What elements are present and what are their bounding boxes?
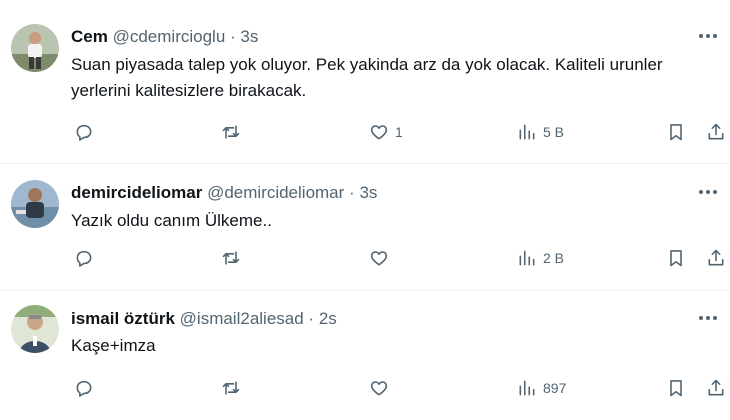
like-button[interactable]: 1 <box>369 119 403 145</box>
views-button[interactable]: 2 B <box>517 245 564 271</box>
author-name[interactable]: demircideliomar <box>71 183 202 202</box>
bookmark-button[interactable] <box>666 375 686 401</box>
author-handle[interactable]: @demircideliomar <box>207 183 344 202</box>
author-handle[interactable]: @ismail2aliesad <box>180 309 304 328</box>
like-icon <box>370 381 388 396</box>
share-icon <box>708 379 724 396</box>
view-count: 2 B <box>543 250 565 266</box>
retweet-icon <box>222 381 240 395</box>
tweet-text: Suan piyasada talep yok oluyor. Pek yaki… <box>71 55 663 100</box>
tweet-actions: 897 <box>0 375 730 401</box>
tweet-text: Yazık oldu canım Ülkeme.. <box>71 211 272 230</box>
reply-button[interactable] <box>74 119 94 145</box>
author-name[interactable]: Cem <box>71 27 108 46</box>
separator: · <box>230 27 236 46</box>
tweet-actions: 1 5 B <box>0 119 730 145</box>
like-icon <box>370 251 388 266</box>
views-button[interactable]: 5 B <box>517 119 564 145</box>
retweet-button[interactable] <box>221 375 241 401</box>
author-handle[interactable]: @cdemircioglu <box>113 27 226 46</box>
retweet-icon <box>222 251 240 265</box>
like-icon <box>370 125 388 140</box>
views-icon <box>519 250 535 266</box>
views-icon <box>519 124 535 140</box>
more-icon[interactable] <box>696 26 720 46</box>
avatar[interactable] <box>11 24 59 72</box>
separator: · <box>349 183 355 202</box>
avatar[interactable] <box>11 305 59 353</box>
share-icon <box>708 249 724 266</box>
tweet[interactable]: Cem @cdemircioglu · 3s Suan piyasada tal… <box>0 0 730 164</box>
timestamp[interactable]: 2s <box>319 309 337 328</box>
like-button[interactable] <box>369 245 389 271</box>
bookmark-button[interactable] <box>666 119 686 145</box>
like-button[interactable] <box>369 375 389 401</box>
author-name[interactable]: ismail öztürk <box>71 309 175 328</box>
retweet-icon <box>222 125 240 139</box>
views-icon <box>519 380 535 396</box>
avatar[interactable] <box>11 180 59 228</box>
tweet-header: demircideliomar @demircideliomar · 3s <box>71 183 377 203</box>
share-button[interactable] <box>706 245 726 271</box>
reply-button[interactable] <box>74 375 94 401</box>
reply-icon <box>76 380 92 397</box>
reply-icon <box>76 124 92 141</box>
bookmark-icon <box>670 380 682 397</box>
views-button[interactable]: 897 <box>517 375 566 401</box>
retweet-button[interactable] <box>221 245 241 271</box>
bookmark-icon <box>670 250 682 267</box>
bookmark-icon <box>670 124 682 141</box>
separator: · <box>308 309 315 328</box>
share-icon <box>708 123 724 140</box>
timestamp[interactable]: 3s <box>359 183 377 202</box>
like-count: 1 <box>395 124 403 140</box>
timestamp[interactable]: 3s <box>240 27 258 46</box>
view-count: 5 B <box>543 124 565 140</box>
more-icon[interactable] <box>696 308 720 328</box>
bookmark-button[interactable] <box>666 245 686 271</box>
reply-icon <box>76 250 92 267</box>
retweet-button[interactable] <box>221 119 241 145</box>
tweet[interactable]: ismail öztürk @ismail2aliesad · 2s Kaşe+… <box>0 291 730 420</box>
more-icon[interactable] <box>696 182 720 202</box>
tweet-header: Cem @cdemircioglu · 3s <box>71 27 258 47</box>
tweet-actions: 2 B <box>0 245 730 271</box>
share-button[interactable] <box>706 119 726 145</box>
tweet-text: Kaşe+imza <box>71 336 156 355</box>
tweet[interactable]: demircideliomar @demircideliomar · 3s Ya… <box>0 164 730 291</box>
tweet-header: ismail öztürk @ismail2aliesad · 2s <box>71 309 337 329</box>
reply-button[interactable] <box>74 245 94 271</box>
share-button[interactable] <box>706 375 726 401</box>
view-count: 897 <box>543 380 567 396</box>
